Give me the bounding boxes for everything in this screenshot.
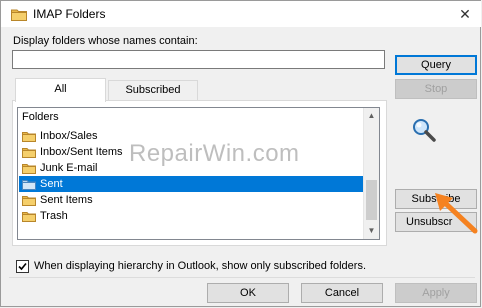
close-button[interactable]: ✕ bbox=[455, 4, 475, 24]
list-item-label: Junk E-mail bbox=[40, 162, 98, 174]
list-item[interactable]: Sent Items bbox=[19, 192, 363, 208]
list-item-label: Sent bbox=[38, 176, 65, 192]
vertical-scrollbar[interactable]: ▲ ▼ bbox=[363, 108, 379, 239]
list-item-label: Inbox/Sales bbox=[40, 130, 98, 142]
scroll-thumb[interactable] bbox=[366, 180, 377, 220]
cancel-button[interactable]: Cancel bbox=[301, 283, 383, 303]
list-item[interactable]: Trash bbox=[19, 208, 363, 224]
ok-button[interactable]: OK bbox=[207, 283, 289, 303]
folder-icon bbox=[22, 211, 36, 227]
window-title: IMAP Folders bbox=[33, 7, 106, 21]
checkbox-label: When displaying hierarchy in Outlook, sh… bbox=[34, 260, 366, 272]
scroll-up-arrow-icon[interactable]: ▲ bbox=[364, 108, 379, 124]
filter-input[interactable] bbox=[12, 50, 385, 69]
list-item-label: Sent Items bbox=[40, 194, 93, 206]
list-header: Folders bbox=[22, 111, 59, 123]
tab-subscribed[interactable]: Subscribed bbox=[108, 80, 198, 100]
stop-button[interactable]: Stop bbox=[395, 79, 477, 99]
folder-icon bbox=[11, 8, 27, 24]
watermark: RepairWin.com bbox=[129, 140, 300, 167]
checkmark-icon bbox=[18, 262, 27, 271]
scroll-down-arrow-icon[interactable]: ▼ bbox=[364, 223, 379, 239]
imap-folders-dialog: IMAP Folders ✕ Display folders whose nam… bbox=[0, 0, 481, 307]
title-bar: IMAP Folders ✕ bbox=[1, 1, 481, 27]
subscribed-only-checkbox[interactable] bbox=[16, 260, 29, 273]
folder-list[interactable]: Folders Inbox/Sales Inbox/Sent Items Jun… bbox=[17, 107, 380, 240]
query-button[interactable]: Query bbox=[395, 55, 477, 75]
orange-arrow-annotation bbox=[431, 189, 481, 242]
tab-all[interactable]: All bbox=[15, 78, 106, 102]
divider bbox=[9, 277, 475, 278]
list-item-selected[interactable]: Sent bbox=[19, 176, 363, 192]
list-item-label: Trash bbox=[40, 210, 68, 222]
magnifier-icon bbox=[411, 117, 437, 146]
apply-button[interactable]: Apply bbox=[395, 283, 477, 303]
list-item-label: Inbox/Sent Items bbox=[40, 146, 123, 158]
filter-label: Display folders whose names contain: bbox=[13, 35, 198, 47]
